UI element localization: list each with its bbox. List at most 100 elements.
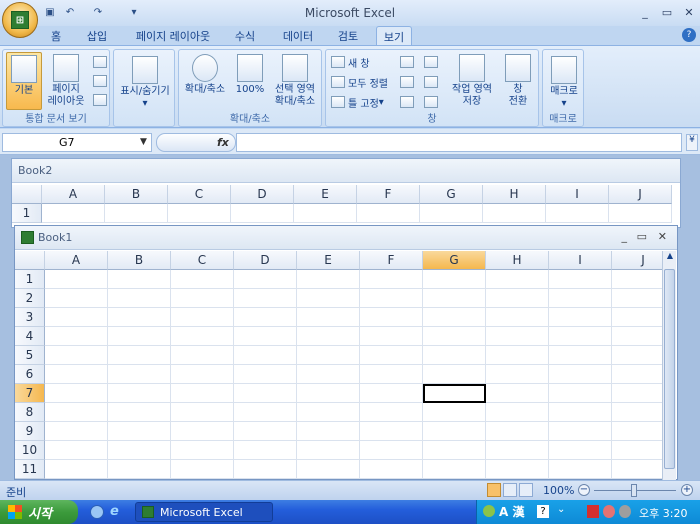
cell[interactable] — [45, 384, 108, 403]
row-header[interactable]: 5 — [15, 346, 45, 365]
zoom-in-icon[interactable]: + — [681, 484, 693, 496]
tab-home[interactable]: 홈 — [42, 26, 70, 46]
cell[interactable] — [612, 384, 663, 403]
select-all-corner[interactable] — [15, 251, 45, 270]
cell[interactable] — [609, 204, 672, 223]
cell[interactable] — [171, 422, 234, 441]
cell[interactable] — [612, 365, 663, 384]
column-header[interactable]: J — [609, 185, 672, 204]
column-header[interactable]: I — [546, 185, 609, 204]
insert-function-button[interactable]: fx — [156, 133, 236, 152]
column-header[interactable]: B — [108, 251, 171, 270]
cell[interactable] — [45, 460, 108, 479]
cell[interactable] — [486, 308, 549, 327]
row-header[interactable]: 4 — [15, 327, 45, 346]
page-layout-view-icon[interactable] — [503, 483, 517, 497]
workbook-window-book1[interactable]: Book1 _ ▭ ✕ A B C D E F G H I J 1 2 3 4 5 6 7 8 9 10 11 ▲ — [14, 225, 678, 480]
cell[interactable] — [297, 289, 360, 308]
cell[interactable] — [234, 308, 297, 327]
cell[interactable] — [108, 308, 171, 327]
cell[interactable] — [483, 204, 546, 223]
cell[interactable] — [234, 270, 297, 289]
doc-minimize-button[interactable]: _ — [622, 230, 628, 243]
column-header[interactable]: C — [171, 251, 234, 270]
cell[interactable] — [108, 441, 171, 460]
show-hide-button[interactable]: 표시/숨기기 ▾ — [117, 56, 173, 110]
cell[interactable] — [108, 403, 171, 422]
column-header[interactable]: B — [105, 185, 168, 204]
start-button[interactable]: 시작 — [0, 500, 78, 524]
speaker-icon[interactable] — [619, 505, 631, 518]
cell[interactable] — [108, 365, 171, 384]
cell[interactable] — [612, 289, 663, 308]
restore-button[interactable]: ▭ — [656, 3, 678, 21]
row-header[interactable]: 3 — [15, 308, 45, 327]
minimize-button[interactable]: _ — [634, 3, 656, 21]
sync-scroll-icon[interactable] — [424, 76, 438, 88]
row-header[interactable]: 11 — [15, 460, 45, 479]
tab-page-layout[interactable]: 페이지 레이아웃 — [128, 26, 218, 46]
cell[interactable] — [549, 403, 612, 422]
cell[interactable] — [297, 403, 360, 422]
page-break-icon[interactable] — [93, 56, 107, 68]
cell[interactable] — [486, 403, 549, 422]
column-header[interactable]: A — [42, 185, 105, 204]
redo-icon[interactable]: ↷ — [90, 4, 106, 20]
tray-expand-icon[interactable]: ⌄ — [557, 504, 565, 515]
customize-icon[interactable]: ▾ — [126, 4, 142, 20]
cell[interactable] — [486, 346, 549, 365]
zoom-selection-button[interactable]: 선택 영역 확대/축소 — [269, 54, 321, 108]
page-layout-view-button[interactable]: 페이지 레이아웃 — [45, 54, 87, 108]
cell[interactable] — [549, 270, 612, 289]
cell[interactable] — [486, 365, 549, 384]
shield-icon[interactable] — [603, 505, 615, 518]
cell[interactable] — [360, 289, 423, 308]
cell[interactable] — [612, 308, 663, 327]
cell[interactable] — [423, 441, 486, 460]
cell[interactable] — [108, 460, 171, 479]
cell[interactable] — [360, 384, 423, 403]
cell[interactable] — [360, 422, 423, 441]
new-window-button[interactable]: 새 창 — [331, 53, 370, 71]
zoom-slider-thumb[interactable] — [631, 484, 637, 497]
cell[interactable] — [486, 384, 549, 403]
cell[interactable] — [234, 289, 297, 308]
save-workspace-button[interactable]: 작업 영역 저장 — [446, 54, 498, 108]
cell[interactable] — [105, 204, 168, 223]
column-header[interactable]: C — [168, 185, 231, 204]
undo-icon[interactable]: ↶ — [62, 4, 78, 20]
office-button[interactable]: ⊞ — [2, 2, 38, 38]
cell[interactable] — [423, 365, 486, 384]
security-icon[interactable] — [587, 505, 599, 518]
cell[interactable] — [423, 403, 486, 422]
zoom-button[interactable]: 확대/축소 — [181, 54, 229, 96]
column-header[interactable]: G — [423, 251, 486, 270]
cell[interactable] — [420, 204, 483, 223]
tab-review[interactable]: 검토 — [330, 26, 366, 46]
ie-icon[interactable]: e — [110, 504, 119, 519]
column-header[interactable]: E — [297, 251, 360, 270]
cell[interactable] — [234, 403, 297, 422]
active-cell[interactable] — [423, 384, 486, 403]
cell[interactable] — [171, 403, 234, 422]
column-header[interactable]: D — [231, 185, 294, 204]
side-by-side-icon[interactable] — [424, 56, 438, 68]
cell[interactable] — [612, 346, 663, 365]
cell[interactable] — [612, 422, 663, 441]
cell[interactable] — [486, 289, 549, 308]
column-header[interactable]: D — [234, 251, 297, 270]
cell[interactable] — [486, 441, 549, 460]
cell[interactable] — [45, 346, 108, 365]
row-header[interactable]: 8 — [15, 403, 45, 422]
tab-data[interactable]: 데이터 — [278, 26, 318, 46]
cell[interactable] — [171, 289, 234, 308]
cell[interactable] — [549, 460, 612, 479]
cell[interactable] — [549, 289, 612, 308]
cell[interactable] — [45, 403, 108, 422]
cell[interactable] — [360, 365, 423, 384]
page-break-view-icon[interactable] — [519, 483, 533, 497]
cell[interactable] — [108, 346, 171, 365]
cell[interactable] — [612, 270, 663, 289]
name-box[interactable]: G7 — [2, 133, 152, 152]
doc-maximize-button[interactable]: ▭ — [637, 230, 647, 243]
